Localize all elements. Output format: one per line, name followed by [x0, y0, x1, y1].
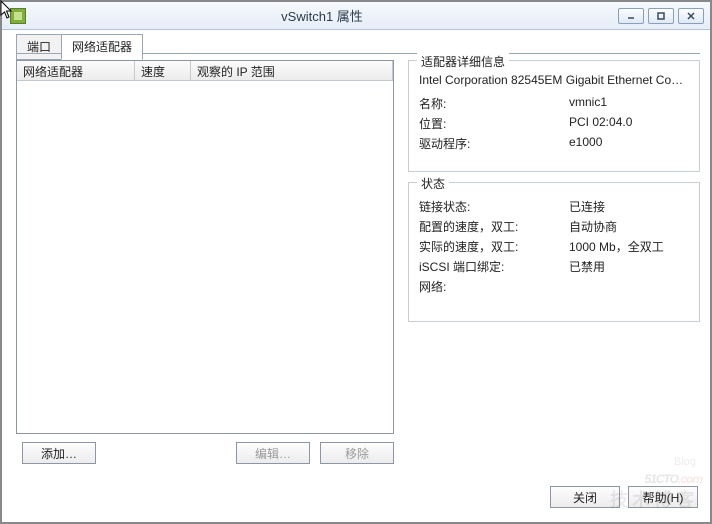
close-dialog-button[interactable]: 关闭: [550, 486, 620, 508]
titlebar: vSwitch1 属性: [2, 2, 710, 30]
kv-name-value: vmnic1: [569, 95, 607, 112]
kv-network-label: 网络:: [419, 278, 569, 295]
kv-actual-speed-value: 1000 Mb，全双工: [569, 238, 664, 255]
edit-button[interactable]: 编辑…: [236, 442, 310, 464]
adapter-list[interactable]: 网络适配器 速度 观察的 IP 范围: [16, 60, 394, 434]
kv-iscsi: iSCSI 端口绑定: 已禁用: [419, 258, 689, 275]
group-status-legend: 状态: [417, 175, 449, 192]
tab-ports[interactable]: 端口: [16, 34, 62, 60]
maximize-button[interactable]: [648, 8, 674, 24]
details-pane: 适配器详细信息 Intel Corporation 82545EM Gigabi…: [408, 60, 700, 468]
content-area: 网络适配器 速度 观察的 IP 范围 添加… 编辑… 移除 适配器详细信息 In…: [16, 60, 700, 468]
kv-driver: 驱动程序: e1000: [419, 135, 689, 152]
kv-location: 位置: PCI 02:04.0: [419, 115, 689, 132]
kv-network: 网络:: [419, 278, 689, 295]
list-buttons: 添加… 编辑… 移除: [16, 438, 394, 468]
group-adapter-details: 适配器详细信息 Intel Corporation 82545EM Gigabi…: [408, 60, 700, 172]
list-header: 网络适配器 速度 观察的 IP 范围: [17, 61, 393, 81]
window-buttons: [618, 8, 704, 24]
kv-location-value: PCI 02:04.0: [569, 115, 632, 132]
minimize-button[interactable]: [618, 8, 644, 24]
kv-configured-speed-value: 自动协商: [569, 218, 617, 235]
help-button[interactable]: 帮助(H): [628, 486, 698, 508]
kv-driver-label: 驱动程序:: [419, 135, 569, 152]
kv-link-status-value: 已连接: [569, 198, 605, 215]
kv-driver-value: e1000: [569, 135, 602, 152]
kv-link-status: 链接状态: 已连接: [419, 198, 689, 215]
kv-actual-speed-label: 实际的速度，双工:: [419, 238, 569, 255]
kv-link-status-label: 链接状态:: [419, 198, 569, 215]
tab-strip: 端口 网络适配器: [16, 34, 142, 60]
kv-configured-speed: 配置的速度，双工: 自动协商: [419, 218, 689, 235]
group-adapter-details-legend: 适配器详细信息: [417, 53, 509, 70]
kv-name: 名称: vmnic1: [419, 95, 689, 112]
window-title: vSwitch1 属性: [26, 6, 618, 25]
kv-iscsi-label: iSCSI 端口绑定:: [419, 258, 569, 275]
col-adapter[interactable]: 网络适配器: [17, 61, 135, 80]
adapter-description: Intel Corporation 82545EM Gigabit Ethern…: [419, 73, 689, 87]
kv-configured-speed-label: 配置的速度，双工:: [419, 218, 569, 235]
col-speed[interactable]: 速度: [135, 61, 191, 80]
kv-iscsi-value: 已禁用: [569, 258, 605, 275]
col-ip-range[interactable]: 观察的 IP 范围: [191, 61, 393, 80]
remove-button[interactable]: 移除: [320, 442, 394, 464]
tab-network-adapters[interactable]: 网络适配器: [61, 34, 143, 60]
cursor-icon: [0, 0, 14, 20]
kv-location-label: 位置:: [419, 115, 569, 132]
kv-actual-speed: 实际的速度，双工: 1000 Mb，全双工: [419, 238, 689, 255]
kv-name-label: 名称:: [419, 95, 569, 112]
add-button[interactable]: 添加…: [22, 442, 96, 464]
group-status: 状态 链接状态: 已连接 配置的速度，双工: 自动协商 实际的速度，双工: 10…: [408, 182, 700, 322]
dialog-buttons: 关闭 帮助(H): [550, 486, 698, 508]
close-button[interactable]: [678, 8, 704, 24]
